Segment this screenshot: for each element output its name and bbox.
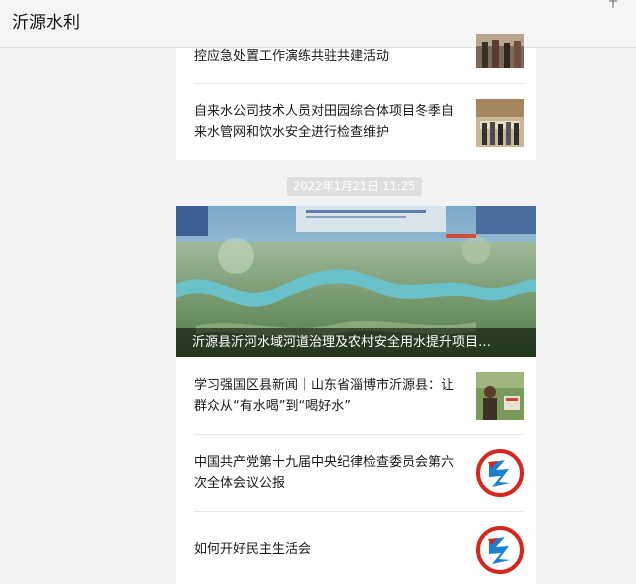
party-logo-icon bbox=[476, 449, 524, 497]
timestamp: 2022年1月21日 11:25 bbox=[287, 177, 422, 196]
article-card-top: 控应急处置工作演练共驻共建活动 自来水公司技术人员对田园综合体项目冬季自来水管网… bbox=[176, 34, 536, 160]
list-item[interactable]: 如何开好民主生活会 bbox=[194, 526, 524, 574]
article-card: 沂源县沂河水域河道治理及农村安全用水提升项目… 学习强国区县新闻｜山东省淄博市沂… bbox=[176, 206, 536, 584]
pin-icon[interactable] bbox=[608, 0, 618, 8]
article-title: 如何开好民主生活会 bbox=[194, 542, 312, 557]
hero-article[interactable]: 沂源县沂河水域河道治理及农村安全用水提升项目… bbox=[176, 206, 536, 357]
list-item[interactable]: 控应急处置工作演练共驻共建活动 bbox=[194, 34, 524, 82]
article-title: 控应急处置工作演练共驻共建活动 bbox=[194, 49, 390, 64]
article-title: 中国共产党第十九届中央纪律检查委员会第六次全体会议公报 bbox=[194, 455, 455, 491]
hero-title: 沂源县沂河水域河道治理及农村安全用水提升项目… bbox=[176, 328, 536, 357]
divider bbox=[194, 511, 524, 512]
news-photo-thumbnail bbox=[476, 99, 524, 147]
article-title: 自来水公司技术人员对田园综合体项目冬季自来水管网和饮水安全进行检查维护 bbox=[194, 104, 455, 140]
party-logo-icon bbox=[476, 526, 524, 574]
divider bbox=[194, 83, 524, 84]
article-title: 学习强国区县新闻｜山东省淄博市沂源县：让群众从“有水喝”到“喝好水” bbox=[194, 378, 455, 414]
window-title: 沂源水利 bbox=[12, 13, 80, 33]
news-photo-thumbnail bbox=[476, 372, 524, 420]
list-item[interactable]: 中国共产党第十九届中央纪律检查委员会第六次全体会议公报 bbox=[194, 449, 524, 497]
title-bar: 沂源水利 bbox=[0, 0, 636, 48]
divider bbox=[194, 434, 524, 435]
news-photo-thumbnail bbox=[476, 34, 524, 68]
list-item[interactable]: 自来水公司技术人员对田园综合体项目冬季自来水管网和饮水安全进行检查维护 bbox=[194, 99, 524, 147]
list-item[interactable]: 学习强国区县新闻｜山东省淄博市沂源县：让群众从“有水喝”到“喝好水” bbox=[194, 372, 524, 420]
